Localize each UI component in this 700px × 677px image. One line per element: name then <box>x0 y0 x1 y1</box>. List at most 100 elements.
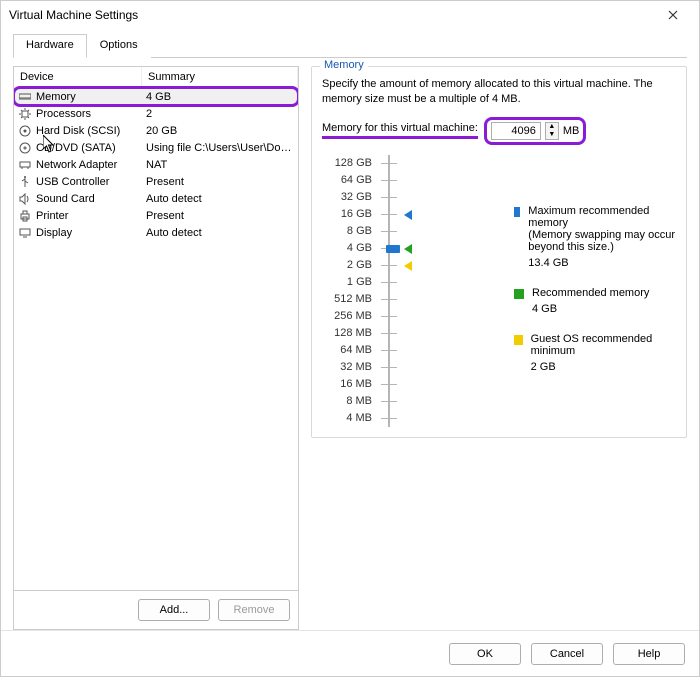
device-name: Processors <box>36 108 146 120</box>
cd-icon <box>18 141 32 155</box>
scale-tick: 8 GB <box>322 223 378 240</box>
legend-max-swatch <box>514 207 520 217</box>
cpu-icon <box>18 107 32 121</box>
scale-tick: 8 MB <box>322 393 378 410</box>
memory-slider-track[interactable] <box>384 155 394 427</box>
scale-tick: 16 MB <box>322 376 378 393</box>
memory-icon <box>18 90 32 104</box>
display-icon <box>18 226 32 240</box>
table-row[interactable]: Memory4 GB <box>14 88 298 105</box>
marker-rec-icon <box>404 244 412 254</box>
device-table-header: Device Summary <box>14 67 298 88</box>
legend-min-swatch <box>514 335 523 345</box>
memory-scale: 128 GB64 GB32 GB16 GB8 GB4 GB2 GB1 GB512… <box>322 155 676 427</box>
printer-icon <box>18 209 32 223</box>
table-row[interactable]: CD/DVD (SATA)Using file C:\Users\User\Do… <box>14 139 298 156</box>
scale-tick: 512 MB <box>322 291 378 308</box>
legend-max-sub: (Memory swapping may occur beyond this s… <box>528 229 676 253</box>
device-table: Device Summary Memory4 GBProcessors2Hard… <box>13 66 299 590</box>
memory-legend: Maximum recommended memory (Memory swapp… <box>424 155 676 427</box>
legend-min-label: Guest OS recommended minimum <box>531 333 676 357</box>
legend-max: Maximum recommended memory (Memory swapp… <box>514 205 676 269</box>
col-header-device[interactable]: Device <box>14 67 142 87</box>
device-name: CD/DVD (SATA) <box>36 142 146 154</box>
col-header-summary[interactable]: Summary <box>142 67 298 87</box>
spin-up-icon[interactable]: ▲ <box>546 123 558 131</box>
device-name: Network Adapter <box>36 159 146 171</box>
device-summary: Using file C:\Users\User\Dow... <box>146 142 298 154</box>
scale-labels: 128 GB64 GB32 GB16 GB8 GB4 GB2 GB1 GB512… <box>322 155 378 427</box>
usb-icon <box>18 175 32 189</box>
scale-markers <box>400 155 424 427</box>
memory-group: Memory Specify the amount of memory allo… <box>311 66 687 438</box>
memory-input[interactable] <box>491 122 541 140</box>
device-name: Sound Card <box>36 193 146 205</box>
legend-rec-value: 4 GB <box>532 303 649 315</box>
tab-options[interactable]: Options <box>87 34 151 58</box>
device-rows: Memory4 GBProcessors2Hard Disk (SCSI)20 … <box>14 88 298 241</box>
device-summary: Auto detect <box>146 227 298 239</box>
device-summary: 2 <box>146 108 298 120</box>
body: Device Summary Memory4 GBProcessors2Hard… <box>1 58 699 630</box>
device-name: Display <box>36 227 146 239</box>
slider-thumb[interactable] <box>386 245 400 253</box>
device-summary: Present <box>146 210 298 222</box>
tab-hardware[interactable]: Hardware <box>13 34 87 58</box>
scale-tick: 64 GB <box>322 172 378 189</box>
window-title: Virtual Machine Settings <box>9 8 138 22</box>
disk-icon <box>18 124 32 138</box>
legend-rec: Recommended memory 4 GB <box>514 287 676 315</box>
scale-tick: 128 GB <box>322 155 378 172</box>
memory-unit: MB <box>563 125 580 137</box>
device-summary: Auto detect <box>146 193 298 205</box>
memory-group-title: Memory <box>320 59 368 71</box>
scale-tick: 32 GB <box>322 189 378 206</box>
scale-tick: 128 MB <box>322 325 378 342</box>
marker-max-icon <box>404 210 412 220</box>
table-row[interactable]: Network AdapterNAT <box>14 156 298 173</box>
vm-settings-window: Virtual Machine Settings Hardware Option… <box>0 0 700 677</box>
scale-tick: 256 MB <box>322 308 378 325</box>
tab-strip: Hardware Options <box>13 33 687 58</box>
close-button[interactable] <box>655 1 691 29</box>
table-row[interactable]: USB ControllerPresent <box>14 173 298 190</box>
legend-max-label: Maximum recommended memory <box>528 205 676 229</box>
help-button[interactable]: Help <box>613 643 685 665</box>
memory-input-row: Memory for this virtual machine: ▲ ▼ MB <box>322 117 676 145</box>
scale-tick: 1 GB <box>322 274 378 291</box>
scale-tick: 32 MB <box>322 359 378 376</box>
sound-icon <box>18 192 32 206</box>
ok-button[interactable]: OK <box>449 643 521 665</box>
device-summary: Present <box>146 176 298 188</box>
device-name: Hard Disk (SCSI) <box>36 125 146 137</box>
legend-min: Guest OS recommended minimum 2 GB <box>514 333 676 373</box>
scale-tick: 16 GB <box>322 206 378 223</box>
device-summary: 4 GB <box>146 91 298 103</box>
memory-input-label: Memory for this virtual machine: <box>322 122 478 139</box>
legend-rec-label: Recommended memory <box>532 287 649 299</box>
device-summary: 20 GB <box>146 125 298 137</box>
table-row[interactable]: DisplayAuto detect <box>14 224 298 241</box>
device-name: Memory <box>36 91 146 103</box>
scale-tick: 4 MB <box>322 410 378 427</box>
footer: OK Cancel Help <box>1 630 699 676</box>
right-pane: Memory Specify the amount of memory allo… <box>311 66 687 630</box>
table-row[interactable]: PrinterPresent <box>14 207 298 224</box>
remove-button[interactable]: Remove <box>218 599 290 621</box>
scale-tick: 2 GB <box>322 257 378 274</box>
legend-rec-swatch <box>514 289 524 299</box>
net-icon <box>18 158 32 172</box>
table-row[interactable]: Processors2 <box>14 105 298 122</box>
device-name: Printer <box>36 210 146 222</box>
memory-description: Specify the amount of memory allocated t… <box>322 77 676 107</box>
table-row[interactable]: Hard Disk (SCSI)20 GB <box>14 122 298 139</box>
memory-spinner[interactable]: ▲ ▼ <box>545 122 559 140</box>
device-buttons: Add... Remove <box>13 590 299 630</box>
legend-max-value: 13.4 GB <box>528 257 676 269</box>
spin-down-icon[interactable]: ▼ <box>546 131 558 139</box>
marker-min-icon <box>404 261 412 271</box>
add-button[interactable]: Add... <box>138 599 210 621</box>
legend-min-value: 2 GB <box>531 361 676 373</box>
table-row[interactable]: Sound CardAuto detect <box>14 190 298 207</box>
cancel-button[interactable]: Cancel <box>531 643 603 665</box>
